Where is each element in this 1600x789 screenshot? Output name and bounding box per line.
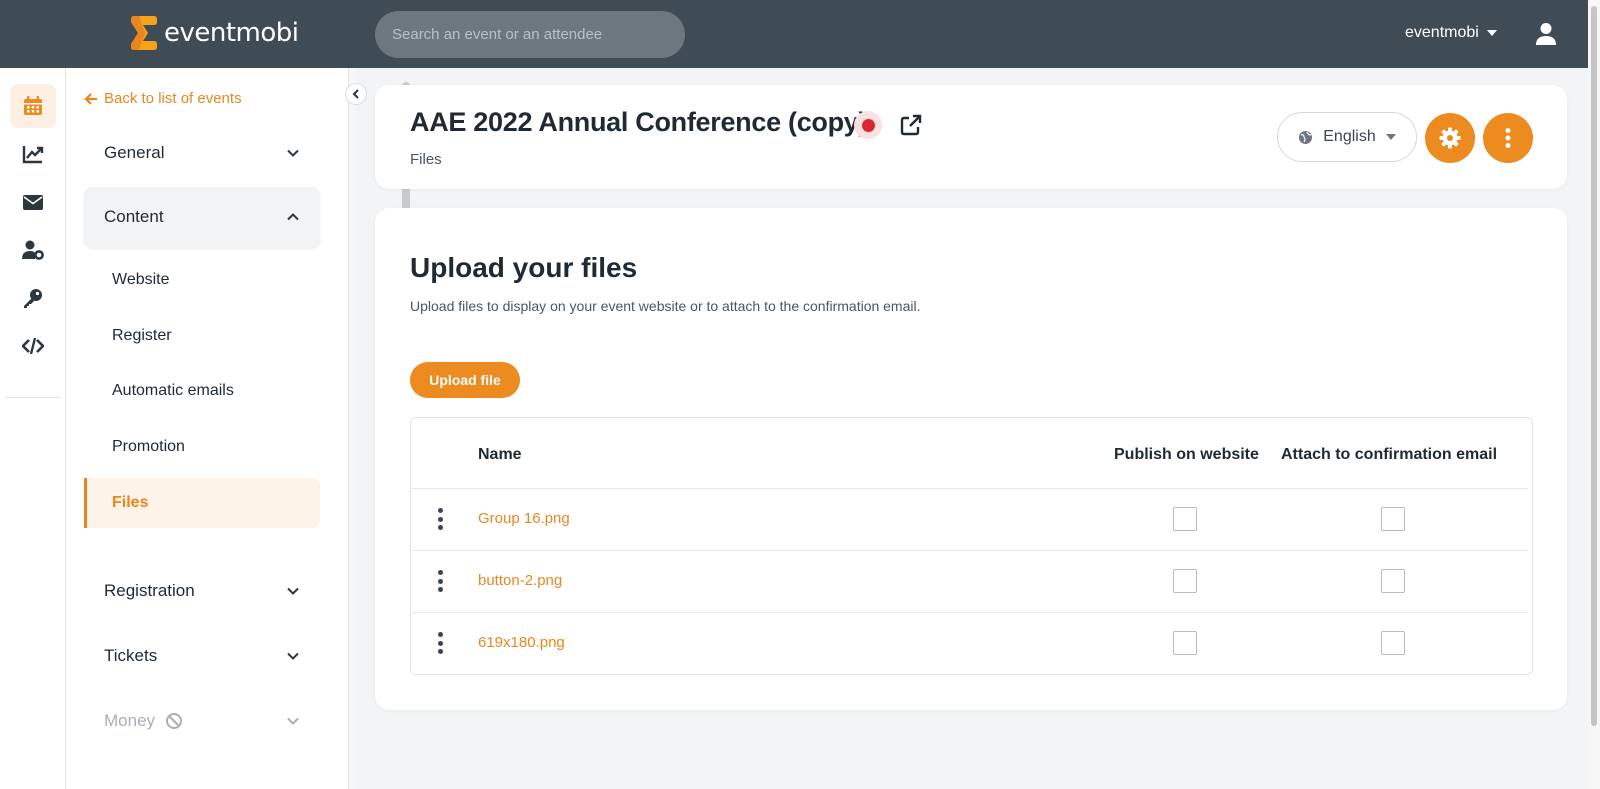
file-name-link[interactable]: button-2.png — [478, 572, 562, 589]
table-row: 619x180.png — [411, 612, 1528, 674]
more-options-button[interactable] — [1483, 113, 1533, 163]
account-menu[interactable]: eventmobi — [1405, 24, 1497, 42]
caret-down-icon — [1385, 134, 1396, 140]
publish-checkbox[interactable] — [1173, 569, 1197, 593]
nav-item-automatic-emails[interactable]: Automatic emails — [84, 366, 320, 416]
chevron-down-icon — [287, 717, 299, 725]
publish-checkbox[interactable] — [1173, 507, 1197, 531]
rail-email[interactable] — [10, 180, 56, 224]
nav-group-money[interactable]: Money — [84, 691, 320, 751]
eventmobi-logo[interactable]: eventmobi — [130, 14, 299, 52]
attach-checkbox[interactable] — [1381, 507, 1405, 531]
nav-group-tickets[interactable]: Tickets — [84, 626, 320, 686]
nav-group-content[interactable]: Content — [84, 187, 320, 247]
nav-group-label: General — [104, 143, 165, 162]
gear-icon — [1439, 127, 1461, 149]
table-row: button-2.png — [411, 550, 1528, 612]
nav-item-register[interactable]: Register — [84, 311, 320, 361]
column-header-attach: Attach to confirmation email — [1281, 446, 1498, 463]
logo-mark-icon — [131, 16, 157, 50]
chevron-down-icon — [287, 149, 299, 157]
language-label: English — [1323, 128, 1376, 145]
nav-item-promotion[interactable]: Promotion — [84, 422, 320, 472]
envelope-icon — [23, 195, 43, 210]
key-icon — [24, 289, 42, 308]
section-nav: Back to list of events General Content W… — [66, 68, 410, 789]
record-dot-icon — [861, 118, 875, 132]
publish-checkbox[interactable] — [1173, 631, 1197, 655]
files-table: Name Publish on website Attach to confir… — [410, 417, 1533, 675]
collapse-sidebar-button[interactable] — [345, 83, 367, 105]
nav-group-label: Tickets — [104, 646, 158, 665]
arrow-left-icon — [84, 92, 97, 105]
table-row: Group 16.png — [411, 488, 1528, 550]
column-header-name: Name — [478, 446, 522, 463]
back-link-label: Back to list of events — [104, 90, 242, 107]
attach-checkbox[interactable] — [1381, 631, 1405, 655]
nav-group-label: Registration — [104, 581, 195, 600]
nav-group-money-label-wrap: Money — [104, 711, 183, 731]
language-select[interactable]: English — [1277, 112, 1417, 162]
nav-group-label: Money — [104, 711, 156, 730]
column-header-publish: Publish on website — [1114, 446, 1259, 463]
nav-group-label: Content — [104, 207, 164, 226]
page-scrollbar-thumb[interactable] — [1591, 6, 1597, 726]
back-link[interactable]: Back to list of events — [84, 90, 242, 107]
account-label: eventmobi — [1405, 24, 1479, 41]
nav-item-website[interactable]: Website — [84, 255, 320, 305]
chart-line-icon — [22, 146, 44, 164]
kebab-menu-icon — [1505, 128, 1511, 148]
icon-rail — [0, 68, 66, 789]
external-link-icon[interactable] — [900, 114, 922, 136]
row-menu-icon[interactable] — [437, 508, 443, 530]
nav-group-general[interactable]: General — [84, 123, 320, 183]
rail-user-settings[interactable] — [10, 228, 56, 272]
page-scrollbar[interactable] — [1588, 0, 1600, 789]
files-panel: Upload your files Upload files to displa… — [375, 208, 1567, 710]
rail-analytics[interactable] — [10, 132, 56, 176]
row-menu-icon[interactable] — [437, 632, 443, 654]
attach-checkbox[interactable] — [1381, 569, 1405, 593]
row-menu-icon[interactable] — [437, 570, 443, 592]
chevron-down-icon — [287, 652, 299, 660]
settings-button[interactable] — [1425, 113, 1475, 163]
user-icon[interactable] — [1535, 22, 1557, 46]
upload-file-button[interactable]: Upload file — [410, 362, 520, 398]
file-name-link[interactable]: Group 16.png — [478, 510, 570, 527]
globe-icon — [1299, 130, 1313, 144]
code-icon — [22, 337, 44, 355]
chevron-left-icon — [352, 89, 359, 99]
breadcrumb: Files — [410, 151, 442, 168]
top-bar: eventmobi eventmobi — [0, 0, 1600, 68]
subnav-divider — [348, 68, 356, 789]
rail-integrations[interactable] — [10, 324, 56, 368]
event-header: AAE 2022 Annual Conference (copy) Files … — [375, 85, 1567, 189]
calendar-icon — [24, 96, 42, 115]
nav-group-registration[interactable]: Registration — [84, 561, 320, 621]
event-title: AAE 2022 Annual Conference (copy) — [410, 107, 868, 137]
logo-text: eventmobi — [164, 18, 299, 48]
search-input[interactable] — [375, 11, 685, 58]
file-name-link[interactable]: 619x180.png — [478, 634, 565, 651]
chevron-up-icon — [287, 213, 299, 221]
rail-events[interactable] — [10, 84, 56, 128]
user-gear-icon — [22, 240, 44, 260]
section-title: Upload your files — [410, 252, 638, 283]
ban-icon — [166, 713, 183, 729]
chevron-down-icon — [287, 587, 299, 595]
live-status-indicator — [854, 111, 882, 139]
rail-access[interactable] — [10, 276, 56, 320]
nav-item-files[interactable]: Files — [84, 478, 320, 528]
section-description: Upload files to display on your event we… — [410, 298, 921, 314]
caret-down-icon — [1486, 30, 1497, 36]
rail-divider — [6, 397, 60, 398]
